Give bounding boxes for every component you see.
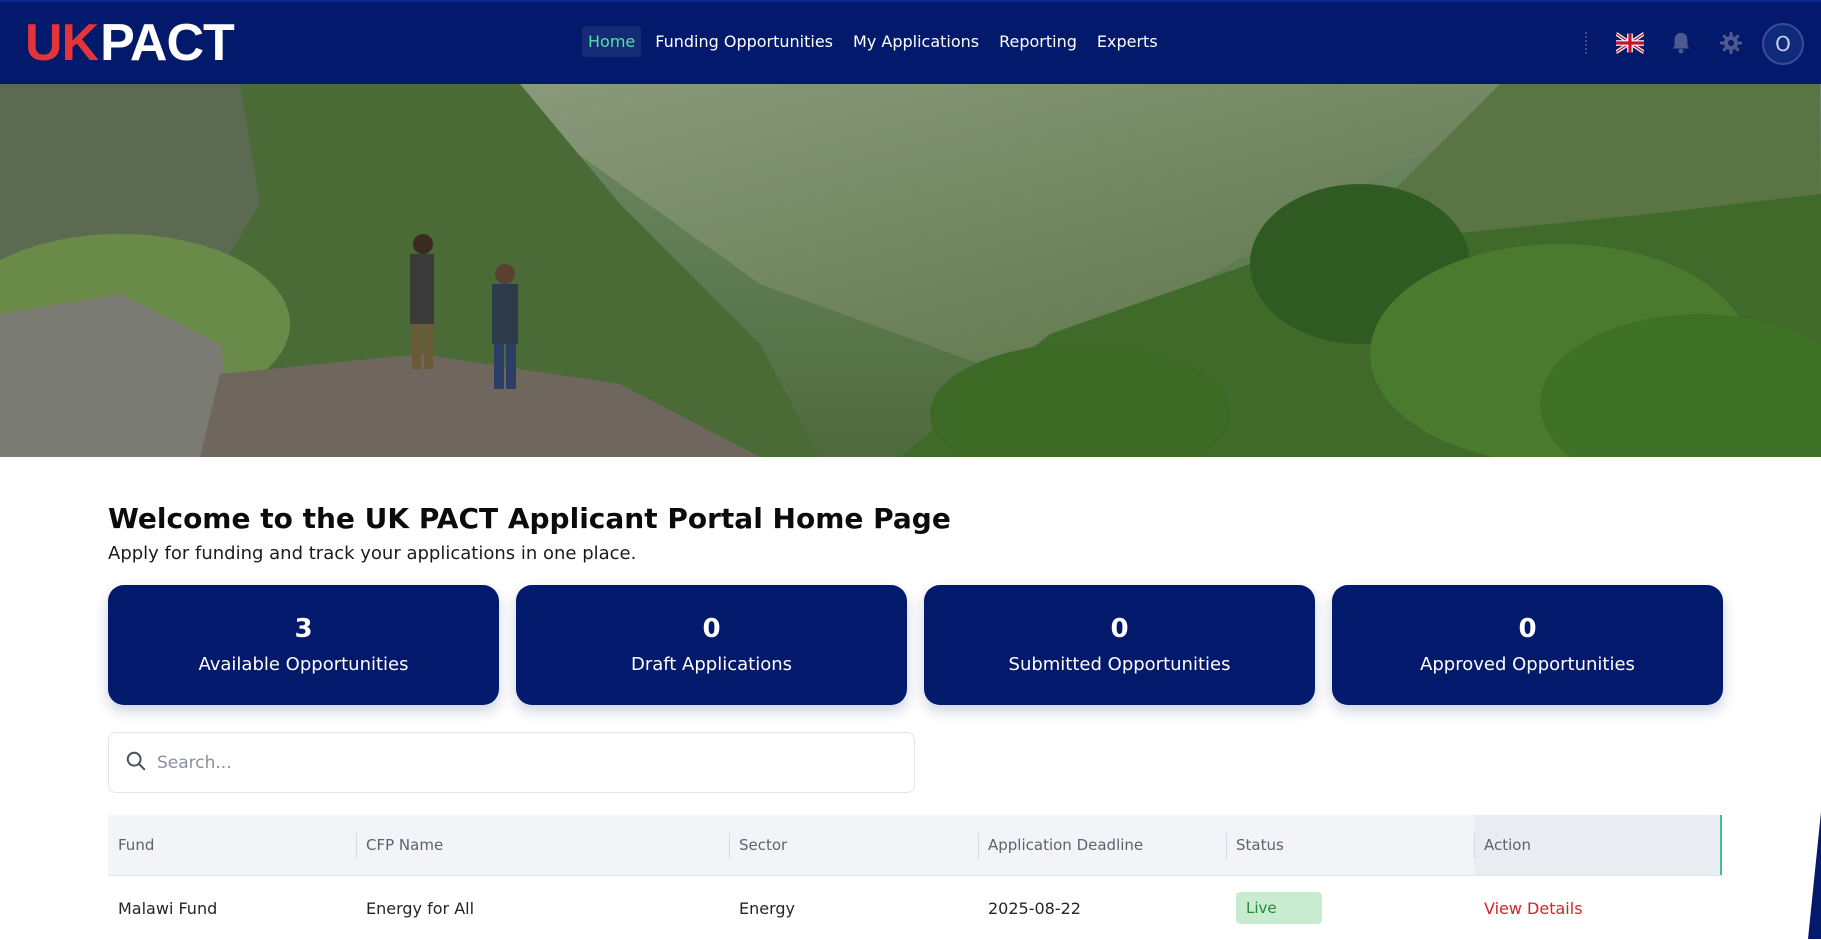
page-subtitle: Apply for funding and track your applica… bbox=[108, 543, 637, 564]
decorative-corner-shape bbox=[1808, 812, 1821, 939]
column-header-action: Action bbox=[1474, 815, 1722, 875]
cell-deadline: 2025-08-22 bbox=[988, 898, 1081, 918]
stat-label: Draft Applications bbox=[630, 653, 793, 675]
uk-flag-icon[interactable] bbox=[1616, 32, 1644, 54]
stat-value: 3 bbox=[294, 613, 313, 644]
cell-status: Live bbox=[1226, 892, 1474, 924]
stat-label: Submitted Opportunities bbox=[1008, 653, 1231, 675]
column-header-cfp-name[interactable]: CFP Name bbox=[356, 815, 729, 875]
top-navigation-bar: UK PACT Home Funding Opportunities My Ap… bbox=[0, 0, 1821, 84]
stat-label: Approved Opportunities bbox=[1420, 653, 1635, 675]
column-header-status[interactable]: Status bbox=[1226, 815, 1474, 875]
stat-value: 0 bbox=[1518, 613, 1537, 644]
search-box bbox=[108, 732, 915, 793]
stat-label: Available Opportunities bbox=[198, 653, 409, 675]
table-row: Malawi Fund Energy for All Energy 2025-0… bbox=[108, 876, 1722, 940]
search-icon bbox=[125, 750, 147, 776]
cell-action: View Details bbox=[1474, 899, 1722, 918]
opportunities-table: Fund CFP Name Sector Application Deadlin… bbox=[108, 815, 1722, 940]
stat-card-submitted-opportunities[interactable]: 0 Submitted Opportunities bbox=[924, 585, 1315, 705]
nav-home[interactable]: Home bbox=[582, 26, 642, 57]
cell-fund: Malawi Fund bbox=[118, 898, 218, 918]
user-avatar[interactable]: O bbox=[1762, 23, 1804, 65]
avatar-initial: O bbox=[1775, 32, 1791, 56]
logo-uk-text: UK bbox=[25, 14, 99, 72]
stats-cards: 3 Available Opportunities 0 Draft Applic… bbox=[108, 585, 1723, 705]
nav-experts[interactable]: Experts bbox=[1091, 26, 1164, 57]
page-title: Welcome to the UK PACT Applicant Portal … bbox=[108, 502, 951, 535]
logo-pact-text: PACT bbox=[100, 14, 235, 72]
hero-landscape-image bbox=[0, 84, 1821, 457]
gear-icon[interactable] bbox=[1718, 30, 1744, 56]
table-header: Fund CFP Name Sector Application Deadlin… bbox=[108, 815, 1722, 876]
nav-funding-opportunities[interactable]: Funding Opportunities bbox=[649, 26, 839, 57]
bell-icon[interactable] bbox=[1668, 30, 1694, 56]
nav-reporting[interactable]: Reporting bbox=[993, 26, 1083, 57]
stat-card-approved-opportunities[interactable]: 0 Approved Opportunities bbox=[1332, 585, 1723, 705]
header-divider bbox=[1585, 32, 1587, 54]
status-badge: Live bbox=[1236, 892, 1322, 924]
search-input[interactable] bbox=[157, 752, 877, 773]
main-nav: Home Funding Opportunities My Applicatio… bbox=[582, 26, 1164, 57]
column-header-application-deadline[interactable]: Application Deadline bbox=[978, 815, 1226, 875]
uk-pact-logo[interactable]: UK PACT bbox=[25, 14, 235, 72]
stat-value: 0 bbox=[1110, 613, 1129, 644]
cell-sector: Energy bbox=[739, 898, 796, 918]
stat-card-draft-applications[interactable]: 0 Draft Applications bbox=[516, 585, 907, 705]
column-header-sector[interactable]: Sector bbox=[729, 815, 978, 875]
nav-my-applications[interactable]: My Applications bbox=[847, 26, 985, 57]
cell-cfp-name: Energy for All bbox=[366, 898, 475, 918]
view-details-link[interactable]: View Details bbox=[1484, 899, 1583, 918]
stat-card-available-opportunities[interactable]: 3 Available Opportunities bbox=[108, 585, 499, 705]
stat-value: 0 bbox=[702, 613, 721, 644]
column-header-fund[interactable]: Fund bbox=[108, 815, 356, 875]
